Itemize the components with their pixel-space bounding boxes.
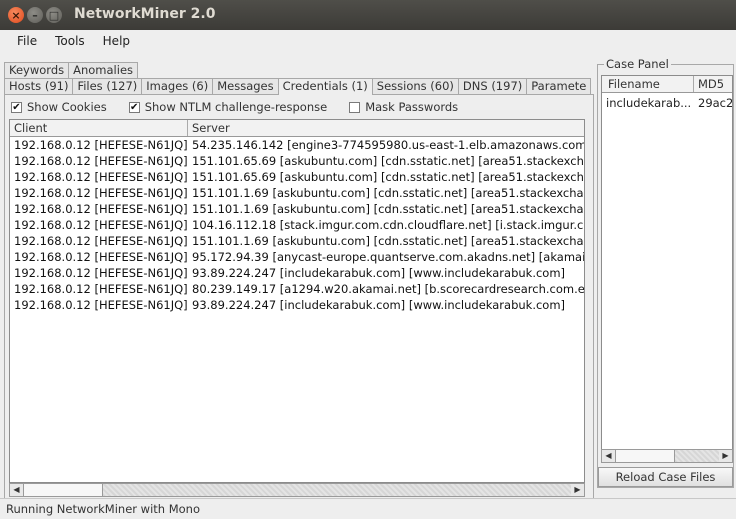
- close-window-button[interactable]: ×: [8, 7, 24, 23]
- table-row[interactable]: 192.168.0.12 [HEFESE-N61JQ] 151.101.65.69…: [10, 153, 584, 169]
- column-header-server[interactable]: Server: [188, 120, 584, 136]
- menu-file[interactable]: File: [8, 34, 46, 48]
- server-cell: 54.235.146.142 [engine3-774595980.us-eas…: [192, 138, 584, 152]
- case-files-list: Filename MD5 includekarab... 29ac2: [601, 75, 733, 459]
- tab-files[interactable]: Files (127): [72, 78, 143, 94]
- server-cell: 95.172.94.39 [anycast-europe.quantserve.…: [192, 250, 584, 264]
- checkbox-check-icon: ✔: [11, 101, 22, 113]
- tab-row-top: Keywords Anomalies: [4, 62, 139, 78]
- case-md5-cell: 29ac2: [698, 96, 732, 110]
- server-cell: 104.16.112.18 [stack.imgur.com.cdn.cloud…: [192, 218, 584, 232]
- server-cell: 151.101.1.69 [askubuntu.com] [cdn.sstati…: [192, 202, 584, 216]
- close-icon: ×: [11, 8, 21, 22]
- client-cell: 192.168.0.12 [HEFESE-N61JQ]: [14, 202, 188, 216]
- menu-help[interactable]: Help: [94, 34, 139, 48]
- mask-passwords-checkbox[interactable]: Mask Passwords: [349, 100, 458, 114]
- show-ntlm-checkbox[interactable]: ✔ Show NTLM challenge-response: [128, 100, 328, 114]
- scroll-right-icon[interactable]: ▶: [571, 484, 584, 496]
- table-body: 192.168.0.12 [HEFESE-N61JQ] 54.235.146.14…: [10, 137, 584, 313]
- client-cell: 192.168.0.12 [HEFESE-N61JQ]: [14, 138, 188, 152]
- tab-dns[interactable]: DNS (197): [457, 78, 528, 94]
- case-files-header: Filename MD5: [602, 76, 732, 93]
- show-cookies-checkbox[interactable]: ✔ Show Cookies: [11, 100, 107, 114]
- client-cell: 192.168.0.12 [HEFESE-N61JQ]: [14, 250, 188, 264]
- tab-keywords[interactable]: Keywords: [4, 62, 70, 78]
- main-window: File Tools Help Keywords Anomalies Hosts…: [0, 30, 736, 519]
- scroll-thumb[interactable]: [23, 484, 103, 496]
- tab-sessions[interactable]: Sessions (60): [371, 78, 459, 94]
- checkbox-empty-icon: [349, 101, 361, 113]
- server-cell: 151.101.1.69 [askubuntu.com] [cdn.sstati…: [192, 186, 584, 200]
- credentials-panel: ✔ Show Cookies ✔ Show NTLM challenge-res…: [4, 94, 594, 512]
- client-cell: 192.168.0.12 [HEFESE-N61JQ]: [14, 282, 188, 296]
- column-header-filename[interactable]: Filename: [602, 76, 694, 92]
- status-bar: Running NetworkMiner with Mono: [0, 498, 736, 519]
- table-row[interactable]: 192.168.0.12 [HEFESE-N61JQ] 93.89.224.247…: [10, 297, 584, 313]
- table-row[interactable]: 192.168.0.12 [HEFESE-N61JQ] 151.101.1.69 …: [10, 233, 584, 249]
- case-list-horizontal-scrollbar[interactable]: ◀ ▶: [601, 449, 733, 463]
- case-panel-title: Case Panel: [604, 57, 671, 71]
- title-bar: × – □ NetworkMiner 2.0: [0, 0, 736, 30]
- table-row[interactable]: 192.168.0.12 [HEFESE-N61JQ] 95.172.94.39 …: [10, 249, 584, 265]
- server-cell: 93.89.224.247 [includekarabuk.com] [www.…: [192, 266, 566, 280]
- server-cell: 80.239.149.17 [a1294.w20.akamai.net] [b.…: [192, 282, 584, 296]
- minimize-icon: –: [32, 8, 38, 22]
- server-cell: 151.101.1.69 [askubuntu.com] [cdn.sstati…: [192, 234, 584, 248]
- credentials-table: Client Server 192.168.0.12 [HEFESE-N61JQ…: [9, 119, 585, 483]
- maximize-window-button[interactable]: □: [46, 7, 62, 23]
- server-cell: 151.101.65.69 [askubuntu.com] [cdn.sstat…: [192, 154, 584, 168]
- reload-case-files-button[interactable]: Reload Case Files: [598, 467, 733, 487]
- table-row[interactable]: 192.168.0.12 [HEFESE-N61JQ] 151.101.65.69…: [10, 169, 584, 185]
- scroll-track[interactable]: [675, 450, 719, 462]
- show-cookies-label: Show Cookies: [27, 100, 107, 114]
- maximize-icon: □: [48, 8, 60, 22]
- menu-bar: File Tools Help: [0, 30, 736, 52]
- table-row[interactable]: 192.168.0.12 [HEFESE-N61JQ] 54.235.146.14…: [10, 137, 584, 153]
- menu-tools[interactable]: Tools: [46, 34, 94, 48]
- mask-passwords-label: Mask Passwords: [365, 100, 459, 114]
- server-cell: 93.89.224.247 [includekarabuk.com] [www.…: [192, 298, 566, 312]
- tab-messages[interactable]: Messages: [212, 78, 279, 94]
- column-header-md5[interactable]: MD5: [694, 76, 732, 92]
- minimize-window-button[interactable]: –: [27, 7, 43, 23]
- tab-credentials[interactable]: Credentials (1): [277, 78, 373, 95]
- client-cell: 192.168.0.12 [HEFESE-N61JQ]: [14, 234, 188, 248]
- table-header: Client Server: [10, 120, 584, 137]
- case-filename-cell: includekarab...: [606, 96, 692, 110]
- client-cell: 192.168.0.12 [HEFESE-N61JQ]: [14, 186, 188, 200]
- scroll-right-icon[interactable]: ▶: [719, 450, 732, 462]
- scroll-left-icon[interactable]: ◀: [10, 484, 23, 496]
- table-horizontal-scrollbar[interactable]: ◀ ▶: [9, 483, 585, 497]
- tab-anomalies[interactable]: Anomalies: [68, 62, 139, 78]
- client-cell: 192.168.0.12 [HEFESE-N61JQ]: [14, 170, 188, 184]
- scroll-thumb[interactable]: [615, 450, 675, 462]
- client-cell: 192.168.0.12 [HEFESE-N61JQ]: [14, 266, 188, 280]
- tab-images[interactable]: Images (6): [141, 78, 214, 94]
- options-row: ✔ Show Cookies ✔ Show NTLM challenge-res…: [11, 99, 480, 115]
- scroll-track[interactable]: [103, 484, 571, 496]
- tab-parameters[interactable]: Paramete: [526, 78, 592, 94]
- case-panel: Case Panel Filename MD5 includekarab... …: [597, 57, 734, 488]
- server-cell: 151.101.65.69 [askubuntu.com] [cdn.sstat…: [192, 170, 584, 184]
- client-cell: 192.168.0.12 [HEFESE-N61JQ]: [14, 298, 188, 312]
- table-row[interactable]: 192.168.0.12 [HEFESE-N61JQ] 80.239.149.17…: [10, 281, 584, 297]
- window-title: NetworkMiner 2.0: [74, 6, 216, 22]
- table-row[interactable]: 192.168.0.12 [HEFESE-N61JQ] 104.16.112.18…: [10, 217, 584, 233]
- table-row[interactable]: 192.168.0.12 [HEFESE-N61JQ] 151.101.1.69 …: [10, 185, 584, 201]
- scroll-left-icon[interactable]: ◀: [602, 450, 615, 462]
- column-header-client[interactable]: Client: [10, 120, 188, 136]
- table-row[interactable]: 192.168.0.12 [HEFESE-N61JQ] 151.101.1.69 …: [10, 201, 584, 217]
- checkbox-check-icon: ✔: [128, 101, 140, 113]
- tab-area: Keywords Anomalies Hosts (91) Files (127…: [4, 60, 594, 512]
- tab-hosts[interactable]: Hosts (91): [4, 78, 74, 94]
- show-ntlm-label: Show NTLM challenge-response: [144, 100, 328, 114]
- tab-row-bottom: Hosts (91) Files (127) Images (6) Messag…: [4, 78, 592, 95]
- table-row[interactable]: 192.168.0.12 [HEFESE-N61JQ] 93.89.224.247…: [10, 265, 584, 281]
- client-cell: 192.168.0.12 [HEFESE-N61JQ]: [14, 154, 188, 168]
- status-text: Running NetworkMiner with Mono: [6, 502, 200, 516]
- case-file-row[interactable]: includekarab... 29ac2: [602, 95, 732, 111]
- client-cell: 192.168.0.12 [HEFESE-N61JQ]: [14, 218, 188, 232]
